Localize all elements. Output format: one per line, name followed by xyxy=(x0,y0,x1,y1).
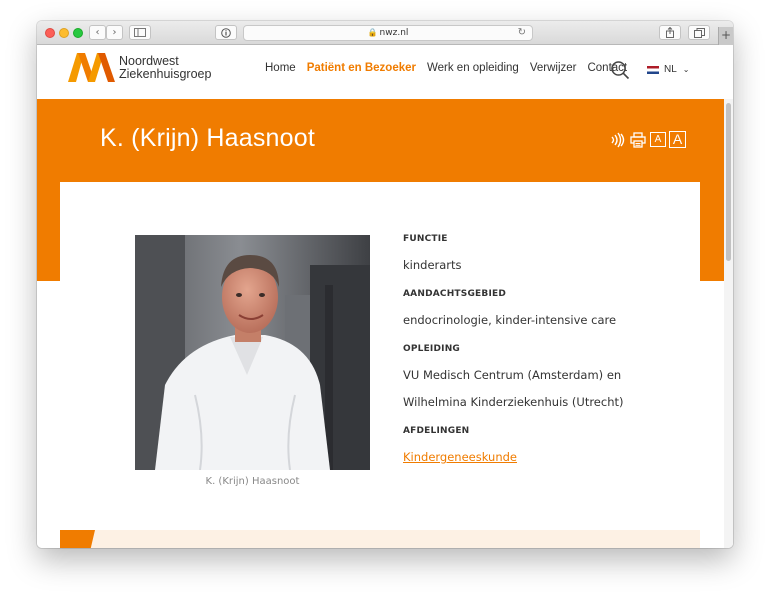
opleiding-line-1: VU Medisch Centrum (Amsterdam) en xyxy=(403,368,622,382)
share-icon xyxy=(666,26,674,38)
language-selector[interactable]: NL ⌄ xyxy=(647,64,690,75)
next-section-tab xyxy=(60,530,95,548)
minimize-window-button[interactable] xyxy=(59,28,69,38)
profile-card: K. (Krijn) Haasnoot FUNCTIE kinderarts A… xyxy=(60,182,700,548)
nav-home[interactable]: Home xyxy=(265,62,296,74)
address-bar[interactable]: 🔒 nwz.nl ↻ xyxy=(243,25,533,41)
reload-icon[interactable]: ↻ xyxy=(518,26,526,40)
aandachtsgebied-value: endocrinologie, kinder-intensive care xyxy=(403,313,617,327)
info-icon xyxy=(221,28,231,38)
browser-title-bar: ‹ › 🔒 nwz.nl ↻ + xyxy=(37,21,733,45)
share-button[interactable] xyxy=(659,25,681,40)
afdelingen-link[interactable]: Kindergeneeskunde xyxy=(403,444,693,471)
opleiding-line-2: Wilhelmina Kinderziekenhuis (Utrecht) xyxy=(403,395,624,409)
zoom-window-button[interactable] xyxy=(73,28,83,38)
logo-line-2: Ziekenhuisgroep xyxy=(119,67,212,81)
scrollbar-thumb[interactable] xyxy=(726,103,731,261)
reader-button[interactable] xyxy=(215,25,237,40)
nav-werk-opleiding[interactable]: Werk en opleiding xyxy=(427,62,519,74)
chevron-left-icon: ‹ xyxy=(95,27,100,38)
aandachtsgebied-label: AANDACHTSGEBIED xyxy=(403,289,507,299)
functie-label: FUNCTIE xyxy=(403,234,448,244)
back-button[interactable]: ‹ xyxy=(89,25,106,40)
close-window-button[interactable] xyxy=(45,28,55,38)
doctor-photo xyxy=(135,235,370,470)
forward-button[interactable]: › xyxy=(106,25,123,40)
nwz-logo-icon[interactable] xyxy=(68,51,118,83)
sidebar-button[interactable] xyxy=(129,25,151,40)
site-header: Noordwest Ziekenhuisgroep Home Patiënt e… xyxy=(37,45,733,99)
tabs-button[interactable] xyxy=(688,25,710,40)
print-icon[interactable] xyxy=(630,131,646,148)
chevron-down-icon: ⌄ xyxy=(682,65,690,74)
font-size-small-button[interactable]: A xyxy=(650,132,666,147)
url-text: nwz.nl xyxy=(379,28,409,38)
opleiding-value: VU Medisch Centrum (Amsterdam) en Wilhel… xyxy=(403,362,693,416)
logo-text[interactable]: Noordwest Ziekenhuisgroep xyxy=(119,55,211,81)
search-icon[interactable] xyxy=(610,60,630,80)
profile-details: FUNCTIE kinderarts AANDACHTSGEBIED endoc… xyxy=(403,234,693,481)
dutch-flag-icon xyxy=(647,65,659,74)
nav-verwijzer[interactable]: Verwijzer xyxy=(530,62,577,74)
font-size-large-button[interactable]: A xyxy=(669,131,686,148)
functie-value: kinderarts xyxy=(403,258,462,272)
new-tab-button[interactable]: + xyxy=(718,27,733,45)
afdelingen-label: AFDELINGEN xyxy=(403,426,470,436)
chevron-right-icon: › xyxy=(112,27,117,38)
next-section-strip xyxy=(60,530,700,548)
tabs-icon xyxy=(693,28,705,38)
page-title: K. (Krijn) Haasnoot xyxy=(100,124,315,152)
lock-icon: 🔒 xyxy=(367,28,378,37)
read-aloud-icon[interactable] xyxy=(609,132,627,148)
main-nav: Home Patiënt en Bezoeker Werk en opleidi… xyxy=(265,62,638,74)
browser-window: ‹ › 🔒 nwz.nl ↻ + Noordwest Ziekenhuisgro… xyxy=(37,21,733,548)
sidebar-icon xyxy=(134,28,146,37)
web-page: Noordwest Ziekenhuisgroep Home Patiënt e… xyxy=(37,45,733,548)
opleiding-label: OPLEIDING xyxy=(403,344,461,354)
photo-caption: K. (Krijn) Haasnoot xyxy=(205,476,300,487)
accessibility-tools: A A xyxy=(609,131,689,148)
language-label: NL xyxy=(664,64,677,75)
nav-patient-bezoeker[interactable]: Patiënt en Bezoeker xyxy=(307,62,416,74)
